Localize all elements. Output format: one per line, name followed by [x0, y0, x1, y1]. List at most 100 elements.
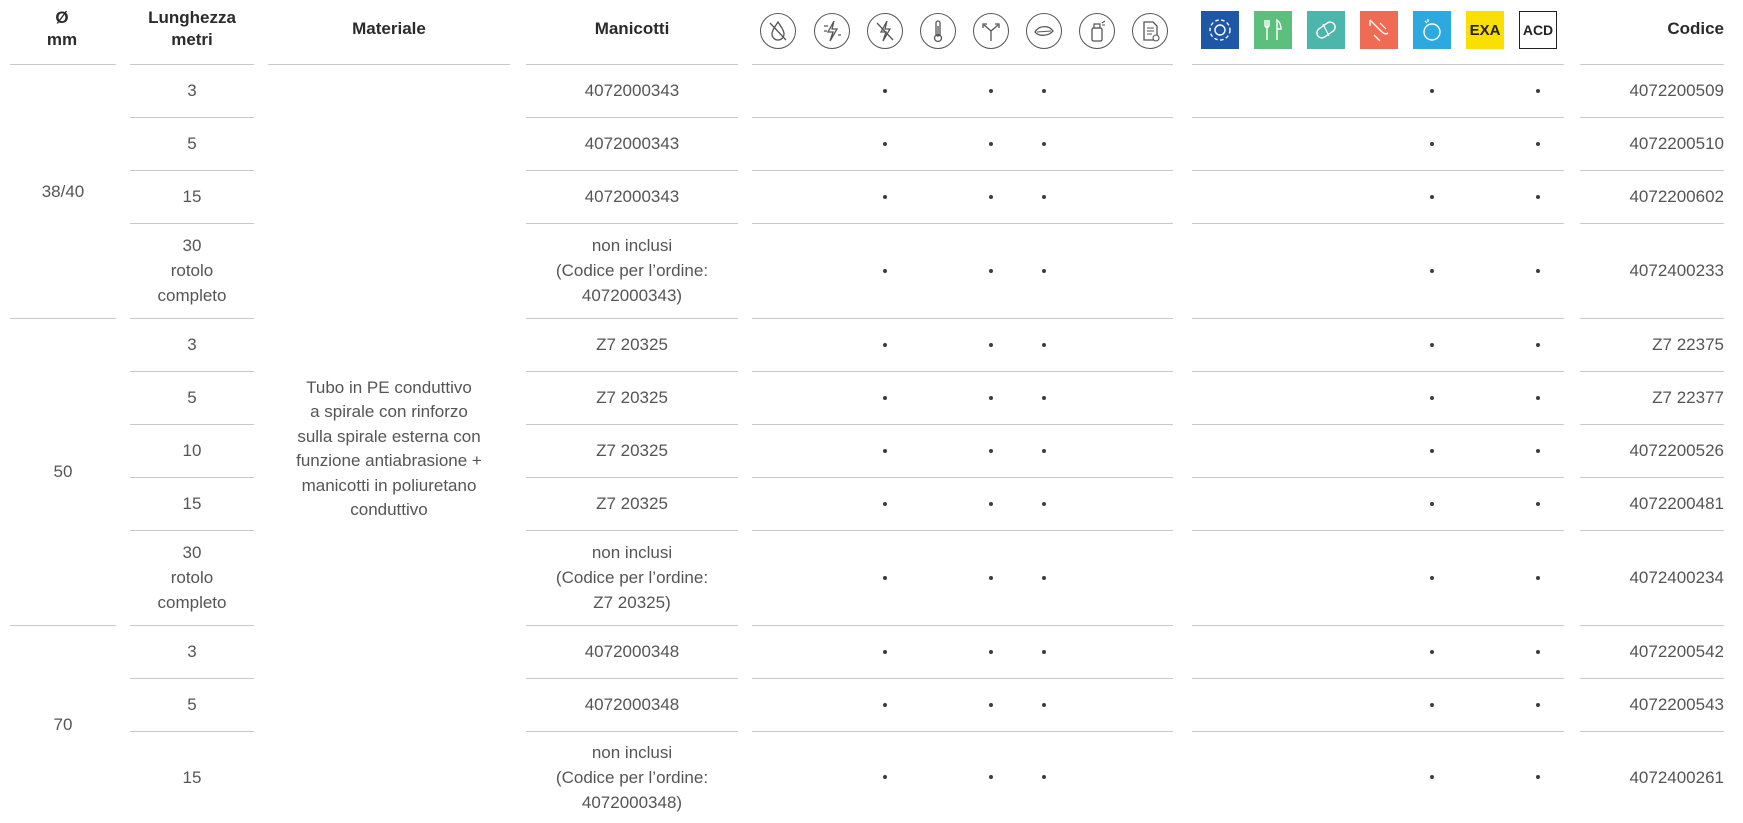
chemical-sector-icon [1360, 11, 1398, 49]
code-cell: 4072200526 [1629, 441, 1724, 460]
marker-dot [883, 88, 887, 93]
eco-leaf-icon [1026, 13, 1062, 49]
sleeve-cell: Z7 20325 [596, 494, 668, 513]
marker-dot [989, 395, 993, 400]
marker-dot [989, 575, 993, 580]
marker-dot [1430, 702, 1434, 707]
row-divider [1192, 223, 1564, 224]
no-water-icon [760, 13, 796, 49]
row-divider [752, 170, 1173, 171]
diameter-cell: 38/40 [41, 181, 85, 201]
marker-dot [1042, 342, 1046, 347]
row-divider [752, 625, 1173, 626]
marker-dot [1430, 775, 1434, 779]
marker-dot [883, 395, 887, 400]
marker-dot [1042, 501, 1046, 506]
row-divider [752, 424, 1173, 425]
marker-dot [989, 702, 993, 707]
length-cell: 5 [187, 695, 197, 714]
diameter-cell: 50 [53, 462, 73, 481]
marker-dot [1042, 775, 1046, 779]
marker-dot [1536, 395, 1540, 400]
header-length: Lunghezza metri [148, 8, 236, 49]
sleeve-cell: Z7 20325 [596, 335, 668, 354]
marker-dot [989, 501, 993, 506]
code-cell: 4072200509 [1629, 81, 1724, 100]
header-sleeves: Manicotti [594, 19, 670, 38]
marker-dot [883, 448, 887, 453]
sleeve-cell: Z7 20325 [596, 441, 668, 460]
marker-dot [989, 649, 993, 654]
row-divider [1192, 424, 1564, 425]
marker-dot [1536, 342, 1540, 347]
antistatic-icon [814, 13, 850, 49]
marker-dot [1536, 194, 1540, 199]
marker-dot [989, 88, 993, 93]
marker-dot [1042, 575, 1046, 580]
code-cell: 4072200481 [1629, 494, 1724, 513]
marker-dot [883, 702, 887, 707]
marker-dot [1536, 702, 1540, 707]
exa-sector-icon: EXA [1466, 11, 1504, 49]
marker-dot [883, 268, 887, 273]
marker-dot [1430, 268, 1434, 273]
sleeve-cell: Z7 20325 [596, 388, 668, 407]
code-cell: Z7 22375 [1652, 335, 1724, 354]
row-divider [1192, 371, 1564, 372]
marker-dot [1430, 448, 1434, 453]
sleeve-cell: 4072000343 [584, 81, 680, 100]
code-cell: 4072200543 [1629, 695, 1724, 714]
marker-dot [883, 575, 887, 580]
header-divider [752, 64, 1173, 65]
row-divider [1192, 625, 1564, 626]
marker-dot [1536, 575, 1540, 580]
header-divider [268, 64, 510, 65]
row-divider [752, 530, 1173, 531]
row-divider [1192, 477, 1564, 478]
sleeve-cell: non inclusi (Codice per l’ordine: Z7 203… [555, 543, 709, 612]
marker-dot [883, 649, 887, 654]
row-divider [1192, 318, 1564, 319]
row-divider [752, 477, 1173, 478]
diameter-cell: 70 [53, 714, 73, 734]
code-cell: 4072400261 [1629, 767, 1724, 787]
marker-dot [1042, 448, 1046, 453]
row-divider [1192, 170, 1564, 171]
sleeve-cell: non inclusi (Codice per l’ordine: 407200… [555, 742, 709, 812]
marker-dot [1042, 649, 1046, 654]
length-cell: 3 [187, 81, 197, 100]
certified-document-icon [1132, 13, 1168, 49]
row-divider [1192, 731, 1564, 732]
row-divider [1192, 678, 1564, 679]
length-cell: 30 rotolo completo [157, 543, 227, 612]
row-divider [752, 678, 1173, 679]
length-cell: 3 [187, 335, 197, 354]
marker-dot [1536, 501, 1540, 506]
code-cell: Z7 22377 [1652, 388, 1724, 407]
marker-dot [883, 194, 887, 199]
sleeve-cell: 4072000343 [584, 134, 680, 153]
length-cell: 5 [187, 134, 197, 153]
spray-bottle-icon [1079, 13, 1115, 49]
length-cell: 3 [187, 642, 197, 661]
code-cell: 4072200602 [1629, 187, 1724, 206]
marker-dot [883, 141, 887, 146]
marker-dot [1042, 88, 1046, 93]
code-cell: 4072200510 [1629, 134, 1724, 153]
marker-dot [1430, 141, 1434, 146]
marker-dot [1536, 141, 1540, 146]
product-table: Ø mm Lunghezza metri Materiale Manicotti… [0, 0, 1743, 815]
marker-dot [1536, 448, 1540, 453]
marker-dot [1536, 88, 1540, 93]
row-divider [752, 117, 1173, 118]
code-cell: 4072200542 [1629, 642, 1724, 661]
length-cell: 5 [187, 388, 197, 407]
length-cell: 15 [182, 767, 202, 787]
material-description: Tubo in PE conduttivo a spirale con rinf… [296, 377, 482, 520]
marker-dot [1042, 395, 1046, 400]
marker-dot [883, 775, 887, 779]
marker-dot [989, 775, 993, 779]
marker-dot [989, 141, 993, 146]
row-divider [752, 223, 1173, 224]
header-code: Codice [1667, 19, 1724, 38]
